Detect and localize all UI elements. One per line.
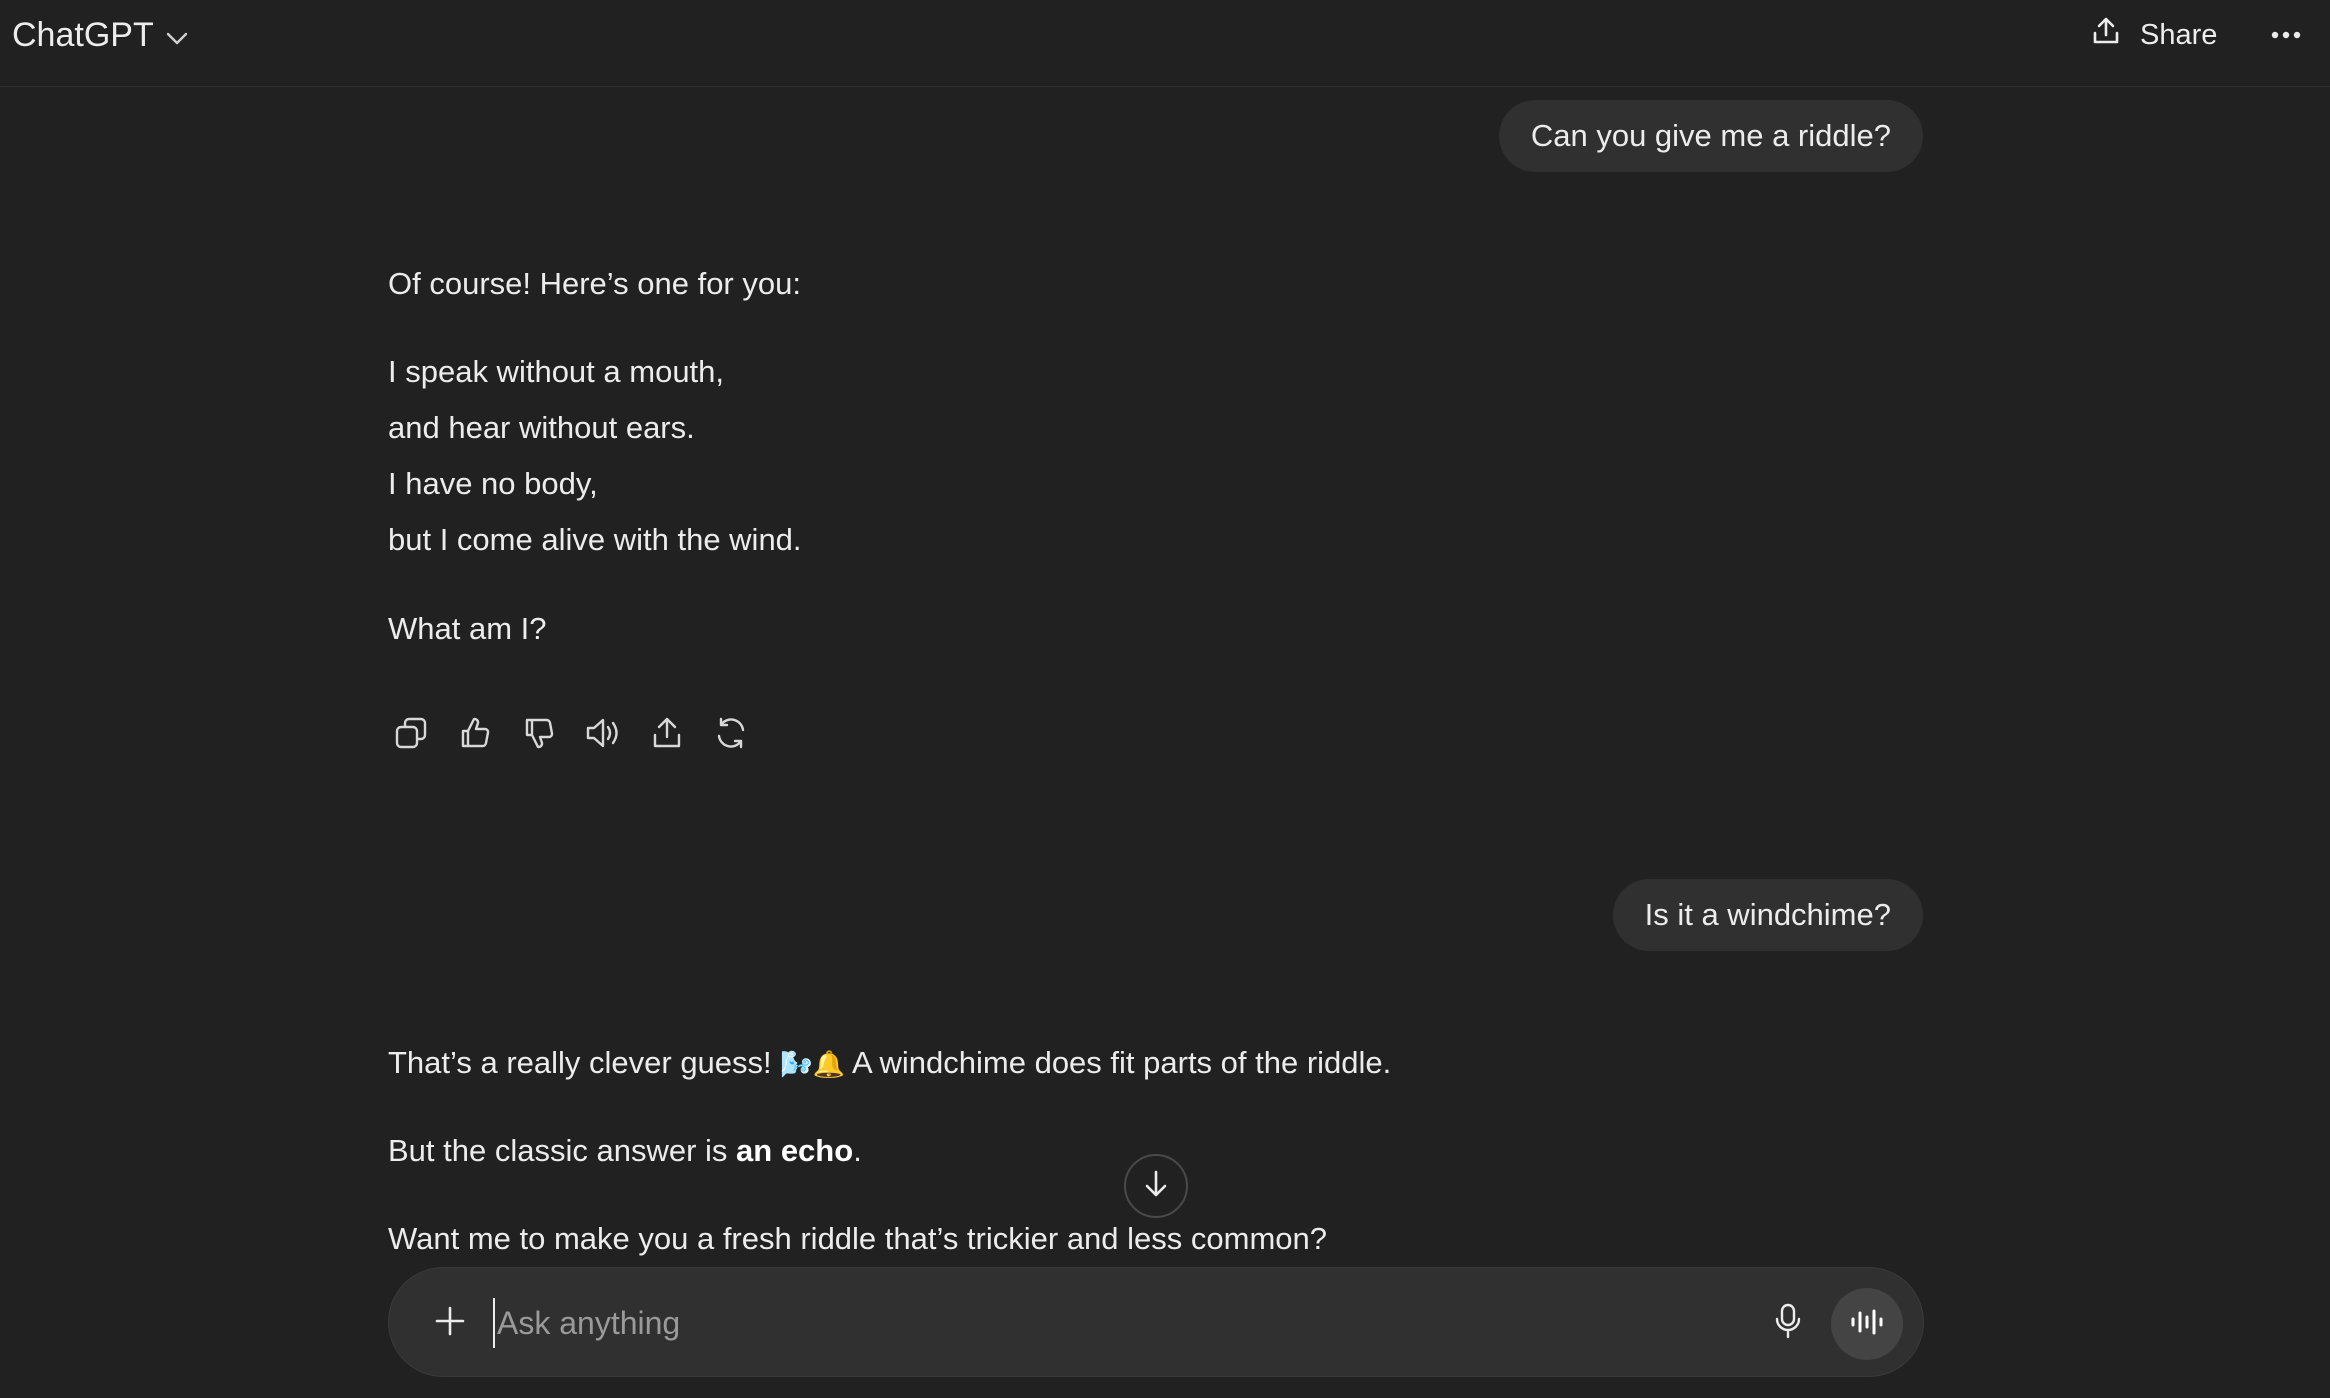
riddle-line: I speak without a mouth, xyxy=(388,354,725,389)
share-button[interactable]: Share xyxy=(2090,12,2217,58)
user-message: Is it a windchime? xyxy=(1612,879,1923,951)
assistant-reply-line: Want me to make you a fresh riddle that’… xyxy=(388,1221,1328,1256)
voice-waveform-icon xyxy=(1850,1308,1884,1341)
more-options-button[interactable] xyxy=(2262,14,2310,56)
thumbs-up-icon xyxy=(457,715,493,756)
riddle-line: and hear without ears. xyxy=(388,410,695,445)
regenerate-button[interactable] xyxy=(706,710,756,760)
user-message-text: Is it a windchime? xyxy=(1644,897,1891,932)
share-icon xyxy=(2090,15,2122,55)
regenerate-icon xyxy=(713,715,749,756)
microphone-icon xyxy=(1773,1303,1803,1344)
top-bar: ChatGPT Share xyxy=(0,0,2330,87)
wind-bell-emoji: 🌬️🔔 xyxy=(780,1049,846,1079)
good-response-button[interactable] xyxy=(450,710,500,760)
thumbs-down-icon xyxy=(521,715,557,756)
read-aloud-icon xyxy=(584,715,622,756)
message-actions xyxy=(386,710,756,760)
copy-icon xyxy=(393,715,429,756)
share-icon xyxy=(649,715,685,756)
add-attachment-button[interactable] xyxy=(423,1296,477,1350)
riddle-line: but I come alive with the wind. xyxy=(388,522,802,557)
prompt-input[interactable] xyxy=(493,1298,1533,1348)
share-label: Share xyxy=(2140,18,2218,51)
user-message-text: Can you give me a riddle? xyxy=(1530,118,1891,153)
share-message-button[interactable] xyxy=(642,710,692,760)
riddle-line: I have no body, xyxy=(388,466,598,501)
riddle-question: What am I? xyxy=(388,611,547,646)
ellipsis-icon xyxy=(2271,26,2301,44)
reply-text: A windchime does fit parts of the riddle… xyxy=(851,1045,1392,1080)
reply-text: . xyxy=(853,1133,862,1168)
reply-text: But the classic answer is xyxy=(388,1133,737,1168)
assistant-intro: Of course! Here’s one for you: xyxy=(388,266,801,301)
voice-mode-button[interactable] xyxy=(1831,1288,1903,1360)
scroll-to-bottom-button[interactable] xyxy=(1124,1154,1188,1218)
bad-response-button[interactable] xyxy=(514,710,564,760)
read-aloud-button[interactable] xyxy=(578,710,628,760)
assistant-reply-line: That’s a really clever guess! 🌬️🔔 A wind… xyxy=(388,1045,1391,1081)
composer xyxy=(388,1267,1924,1377)
assistant-reply-line: But the classic answer is an echo. xyxy=(388,1133,862,1169)
copy-button[interactable] xyxy=(386,710,436,760)
arrow-down-icon xyxy=(1140,1168,1172,1205)
answer-bold: an echo xyxy=(736,1133,854,1168)
reply-text: That’s a really clever guess! xyxy=(388,1045,772,1080)
dictate-button[interactable] xyxy=(1763,1298,1813,1348)
chevron-down-icon xyxy=(166,16,188,55)
model-label: ChatGPT xyxy=(12,15,154,54)
user-message: Can you give me a riddle? xyxy=(1498,100,1923,172)
model-selector[interactable]: ChatGPT xyxy=(12,12,188,58)
plus-icon xyxy=(434,1305,466,1342)
